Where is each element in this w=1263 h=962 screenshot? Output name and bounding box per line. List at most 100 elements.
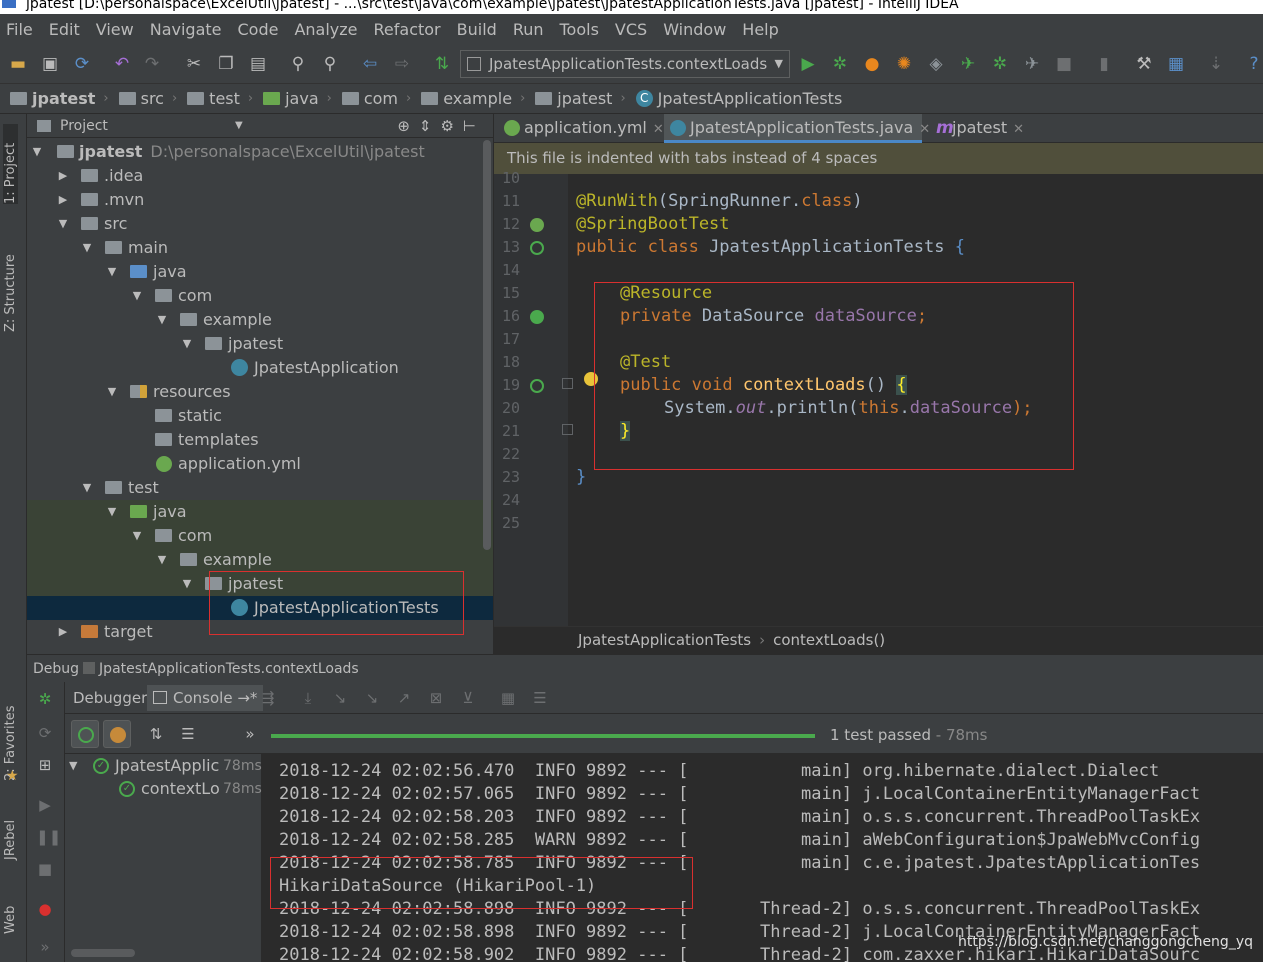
tree-item[interactable]: ▼ example: [27, 548, 493, 572]
menu-navigate[interactable]: Navigate: [150, 20, 222, 39]
settings-icon[interactable]: ⚒: [1134, 54, 1154, 74]
frames-icon[interactable]: ⇶: [259, 689, 277, 707]
show-ignored-toggle[interactable]: [103, 720, 131, 748]
tab-project[interactable]: 1: Project: [3, 124, 18, 204]
run-icon[interactable]: ▶: [798, 54, 818, 74]
chevron-right-icon[interactable]: ▶: [57, 620, 69, 644]
tab-jpatest-pom[interactable]: m jpatest ✕: [926, 114, 1036, 143]
tree-item[interactable]: ▶ .idea: [27, 164, 493, 188]
tab-structure[interactable]: Z: Structure: [3, 234, 18, 332]
menu-window[interactable]: Window: [663, 20, 726, 39]
fold-icon[interactable]: [562, 424, 573, 435]
breadcrumb-example[interactable]: example ›: [421, 89, 525, 108]
chevron-down-icon[interactable]: ▼: [57, 212, 69, 236]
run-config-selector[interactable]: JpatestApplicationTests.contextLoads ▼: [460, 50, 790, 78]
tree-item[interactable]: ▼ jpatest: [27, 332, 493, 356]
back-icon[interactable]: ⇦: [360, 54, 380, 74]
tree-item[interactable]: JpatestApplication: [27, 356, 493, 380]
sort-alpha-icon[interactable]: ⇅: [147, 725, 165, 743]
menu-build[interactable]: Build: [457, 20, 497, 39]
rerun-failed-icon[interactable]: ⊞: [36, 756, 54, 774]
tree-item[interactable]: ▼ example: [27, 308, 493, 332]
open-folder-icon[interactable]: ▬: [8, 54, 28, 74]
replace-icon[interactable]: ⚲: [320, 54, 340, 74]
chevron-right-icon[interactable]: ▶: [57, 188, 69, 212]
tree-item[interactable]: ▶ .mvn: [27, 188, 493, 212]
menu-code[interactable]: Code: [238, 20, 279, 39]
chevron-down-icon[interactable]: ▼: [156, 548, 168, 572]
vcs-update-icon[interactable]: ⇣: [1206, 54, 1226, 74]
project-structure-icon[interactable]: ▮: [1094, 54, 1114, 74]
breadcrumb-class[interactable]: JpatestApplicationTests: [578, 631, 751, 649]
breadcrumb-method[interactable]: contextLoads(): [773, 631, 885, 649]
build-icon[interactable]: ⇅: [432, 54, 452, 74]
menu-file[interactable]: File: [6, 20, 33, 39]
breadcrumb-jpatest-package[interactable]: jpatest ›: [535, 89, 626, 108]
profile-icon[interactable]: ✺: [894, 54, 914, 74]
pause-icon[interactable]: ❚❚: [36, 828, 61, 846]
chevron-right-icon[interactable]: ▶: [57, 164, 69, 188]
undo-icon[interactable]: ↶: [112, 54, 132, 74]
stop-icon[interactable]: ■: [1054, 54, 1074, 74]
menu-view[interactable]: View: [96, 20, 134, 39]
tree-item[interactable]: templates: [27, 428, 493, 452]
tree-item[interactable]: ▼ test: [27, 476, 493, 500]
project-scrollbar[interactable]: [483, 140, 491, 550]
panel-actions[interactable]: ⊕⇕⚙⊢: [397, 114, 485, 138]
show-passed-toggle[interactable]: [71, 720, 99, 748]
test-case-row[interactable]: ✓ contextLo 78ms: [65, 777, 262, 801]
save-icon[interactable]: ▣: [40, 54, 60, 74]
evaluate-icon[interactable]: ▦: [499, 689, 517, 707]
sdk-icon[interactable]: ▦: [1166, 54, 1186, 74]
sort-duration-icon[interactable]: ☰: [179, 725, 197, 743]
tree-item[interactable]: ▼ com: [27, 524, 493, 548]
chevron-down-icon[interactable]: ▼: [81, 236, 93, 260]
test-suite-row[interactable]: ▼ ✓ JpatestApplic 78ms: [65, 754, 262, 778]
navigate-bean-icon[interactable]: [530, 310, 544, 324]
chevron-down-icon[interactable]: ▼: [106, 260, 118, 284]
menu-help[interactable]: Help: [742, 20, 778, 39]
project-view-selector[interactable]: Project: [60, 118, 108, 134]
tab-application-yml[interactable]: application.yml ✕: [498, 114, 664, 143]
tree-item[interactable]: ▼ resources: [27, 380, 493, 404]
trace-icon[interactable]: ☰: [531, 689, 549, 707]
paste-icon[interactable]: ▤: [248, 54, 268, 74]
tab-jpatest-application-tests[interactable]: JpatestApplicationTests.java ✕: [664, 114, 930, 143]
step-over-icon[interactable]: ↘: [331, 689, 349, 707]
debug-icon[interactable]: ✲: [830, 54, 850, 74]
breadcrumb-com[interactable]: com ›: [341, 89, 411, 108]
jrebel-run-icon[interactable]: ✈: [958, 54, 978, 74]
breakpoints-icon[interactable]: ●: [36, 900, 54, 918]
copy-icon[interactable]: ❐: [216, 54, 236, 74]
tab-debugger[interactable]: Debugger: [67, 685, 153, 711]
redo-icon[interactable]: ↷: [142, 54, 162, 74]
chevron-down-icon[interactable]: ▼: [81, 476, 93, 500]
menu-vcs[interactable]: VCS: [615, 20, 647, 39]
breadcrumb-test[interactable]: test ›: [187, 89, 253, 108]
close-icon[interactable]: ✕: [653, 122, 664, 137]
chevron-down-icon[interactable]: ▼: [235, 114, 243, 138]
chevron-down-icon[interactable]: ▼: [106, 500, 118, 524]
tree-item[interactable]: ▼ java: [27, 500, 493, 524]
run-test-gutter-icon[interactable]: [530, 379, 544, 393]
tab-console[interactable]: Console →*: [147, 685, 264, 711]
concurrency-icon[interactable]: ◈: [926, 54, 946, 74]
cut-icon[interactable]: ✂: [184, 54, 204, 74]
test-tree-scrollbar[interactable]: [71, 949, 135, 957]
breadcrumb-src[interactable]: src ›: [118, 89, 177, 108]
jrebel-debug-icon[interactable]: ✲: [990, 54, 1010, 74]
sync-icon[interactable]: ⟳: [72, 54, 92, 74]
menu-run[interactable]: Run: [513, 20, 544, 39]
chevron-down-icon[interactable]: ▼: [131, 284, 143, 308]
stop-icon[interactable]: ■: [36, 860, 54, 878]
show-execution-point-icon[interactable]: ⤓: [299, 689, 317, 707]
chevron-down-icon[interactable]: ▼: [69, 754, 77, 778]
breadcrumb-jpatest[interactable]: jpatest ›: [10, 89, 109, 108]
chevron-down-icon[interactable]: ▼: [131, 524, 143, 548]
fold-icon[interactable]: [562, 378, 573, 389]
help-icon[interactable]: ?: [1244, 54, 1263, 74]
menu-edit[interactable]: Edit: [49, 20, 80, 39]
step-out-icon[interactable]: ↗: [395, 689, 413, 707]
coverage-icon[interactable]: ●: [862, 54, 882, 74]
tree-item[interactable]: application.yml: [27, 452, 493, 476]
